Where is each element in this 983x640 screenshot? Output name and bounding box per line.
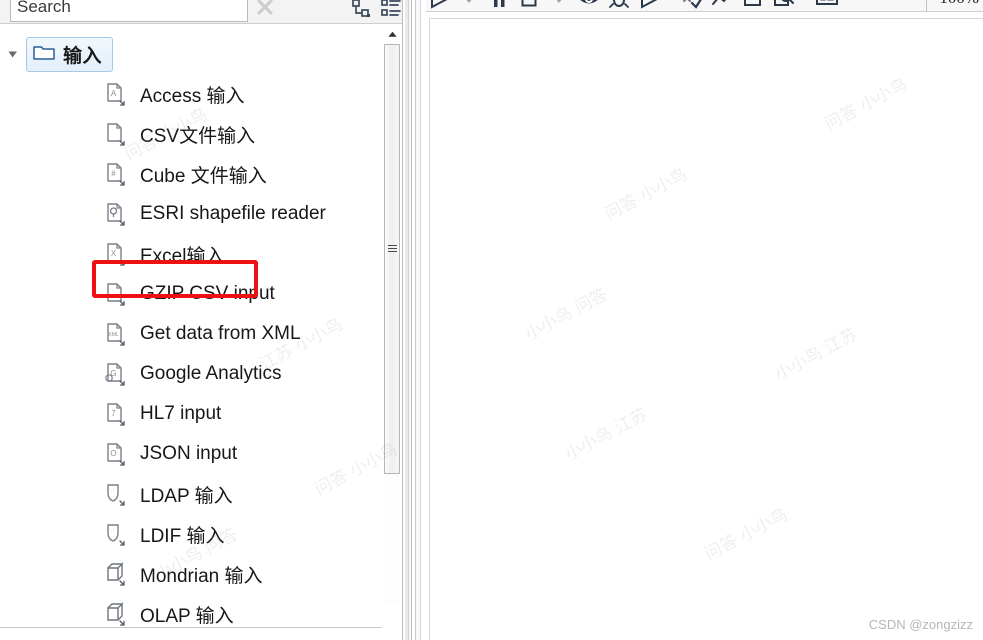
tree-children: A Access 输入 CSV文件输入 # Cube 文件输入 ESRI shapefil… bbox=[0, 74, 380, 627]
tree-root-row[interactable]: 输入 bbox=[0, 36, 114, 72]
tree-item-label: LDIF 输入 bbox=[140, 525, 225, 547]
svg-text:#: # bbox=[111, 169, 116, 178]
search-input[interactable] bbox=[11, 0, 247, 21]
tree-item-label: Excel输入 bbox=[140, 245, 225, 267]
excel-file-icon: X bbox=[104, 240, 130, 268]
sql-icon[interactable] bbox=[740, 0, 766, 11]
list-view-icon[interactable] bbox=[378, 0, 404, 21]
mondrian-cube-icon bbox=[104, 560, 130, 588]
ldif-shield-icon bbox=[104, 520, 130, 548]
pause-icon[interactable] bbox=[486, 0, 512, 11]
steps-tree[interactable]: 输入 A Access 输入 CSV文件输入 # Cube 文件输入 ESRI shape… bbox=[0, 24, 408, 628]
google-analytics-icon: G bbox=[104, 360, 130, 388]
svg-text:A: A bbox=[111, 89, 117, 98]
run-icon[interactable] bbox=[426, 0, 452, 11]
tree-item-label: Mondrian 输入 bbox=[140, 565, 263, 587]
tree-item-label: CSV文件输入 bbox=[140, 125, 256, 147]
tree-item[interactable]: CSV文件输入 bbox=[0, 114, 380, 154]
stop-icon[interactable] bbox=[516, 0, 542, 11]
stop-dropdown-icon[interactable] bbox=[546, 0, 572, 11]
close-x-icon[interactable] bbox=[252, 0, 278, 20]
folder-icon bbox=[33, 43, 55, 66]
zoom-field-icon[interactable] bbox=[814, 0, 840, 11]
expanded-triangle-icon[interactable] bbox=[0, 48, 26, 60]
tree-item[interactable]: LDAP 输入 bbox=[0, 474, 380, 514]
toolbar-button-group bbox=[426, 0, 844, 11]
xml-file-icon: XML bbox=[104, 320, 130, 348]
tree-item-label: Get data from XML bbox=[140, 323, 301, 344]
steps-tree-panel: 输入 A Access 输入 CSV文件输入 # Cube 文件输入 ESRI shape… bbox=[0, 0, 408, 640]
svg-text:XML: XML bbox=[108, 332, 119, 338]
json-icon: O bbox=[104, 440, 130, 468]
tree-item[interactable]: Mondrian 输入 bbox=[0, 554, 380, 594]
hl7-icon: 7 bbox=[104, 400, 130, 428]
tree-item[interactable]: ESRI shapefile reader bbox=[0, 194, 380, 234]
tree-item[interactable]: XML Get data from XML bbox=[0, 314, 380, 354]
run-dropdown-icon[interactable] bbox=[456, 0, 482, 11]
tree-item-label: Cube 文件输入 bbox=[140, 165, 267, 187]
inspect-icon[interactable] bbox=[770, 0, 796, 11]
search-input-container[interactable] bbox=[10, 0, 248, 22]
cube-file-icon: # bbox=[104, 160, 130, 188]
analyze-impact-icon[interactable] bbox=[710, 0, 736, 11]
tree-root-label: 输入 bbox=[63, 45, 103, 67]
scrollbar-grip-icon bbox=[388, 245, 397, 254]
ldap-shield-icon bbox=[104, 480, 130, 508]
zoom-level-label[interactable]: 100% bbox=[939, 0, 979, 8]
replay-icon[interactable] bbox=[636, 0, 662, 11]
tree-item[interactable]: LDIF 输入 bbox=[0, 514, 380, 554]
tree-item-label: OLAP 输入 bbox=[140, 605, 234, 627]
preview-icon[interactable] bbox=[576, 0, 602, 11]
tree-item[interactable]: X Excel输入 bbox=[0, 234, 380, 274]
application-window: 输入 A Access 输入 CSV文件输入 # Cube 文件输入 ESRI shape… bbox=[0, 0, 983, 640]
transformation-canvas[interactable] bbox=[429, 18, 983, 640]
tree-item-label: Google Analytics bbox=[140, 363, 282, 384]
tree-item-label: LDAP 输入 bbox=[140, 485, 233, 507]
svg-text:O: O bbox=[110, 449, 116, 458]
debug-icon[interactable] bbox=[606, 0, 632, 11]
tree-item[interactable]: OLAP 输入 bbox=[0, 594, 380, 627]
tree-item[interactable]: O JSON input bbox=[0, 434, 380, 474]
tree-item-label: GZIP CSV input bbox=[140, 283, 275, 304]
tree-item-label: ESRI shapefile reader bbox=[140, 203, 326, 224]
tree-item[interactable]: A Access 输入 bbox=[0, 74, 380, 114]
scrollbar-thumb[interactable] bbox=[384, 44, 400, 474]
tree-item-label: Access 输入 bbox=[140, 85, 245, 107]
access-file-icon: A bbox=[104, 80, 130, 108]
transformation-editor-panel: 100% bbox=[426, 0, 983, 640]
tree-item[interactable]: 7 HL7 input bbox=[0, 394, 380, 434]
esri-shapefile-icon bbox=[104, 200, 130, 228]
tree-item[interactable]: GZIP CSV input bbox=[0, 274, 380, 314]
svg-text:X: X bbox=[111, 249, 117, 258]
tree-item-label: JSON input bbox=[140, 443, 238, 464]
verify-icon[interactable] bbox=[680, 0, 706, 11]
panel-splitter[interactable] bbox=[402, 0, 426, 640]
gzip-csv-icon bbox=[104, 280, 130, 308]
search-toolbar bbox=[0, 0, 408, 24]
toolbar-divider bbox=[926, 0, 927, 11]
olap-cube-icon bbox=[104, 600, 130, 627]
tree-item[interactable]: # Cube 文件输入 bbox=[0, 154, 380, 194]
tree-view-icon[interactable] bbox=[348, 0, 374, 21]
csv-file-icon bbox=[104, 120, 130, 148]
tree-vertical-scrollbar[interactable] bbox=[382, 24, 402, 628]
tree-root-node[interactable]: 输入 bbox=[26, 36, 114, 72]
scroll-up-arrow-icon[interactable] bbox=[384, 26, 400, 42]
transformation-toolbar: 100% bbox=[426, 0, 983, 12]
tree-item-label: HL7 input bbox=[140, 403, 222, 424]
tree-item[interactable]: G Google Analytics bbox=[0, 354, 380, 394]
svg-text:7: 7 bbox=[111, 409, 116, 418]
